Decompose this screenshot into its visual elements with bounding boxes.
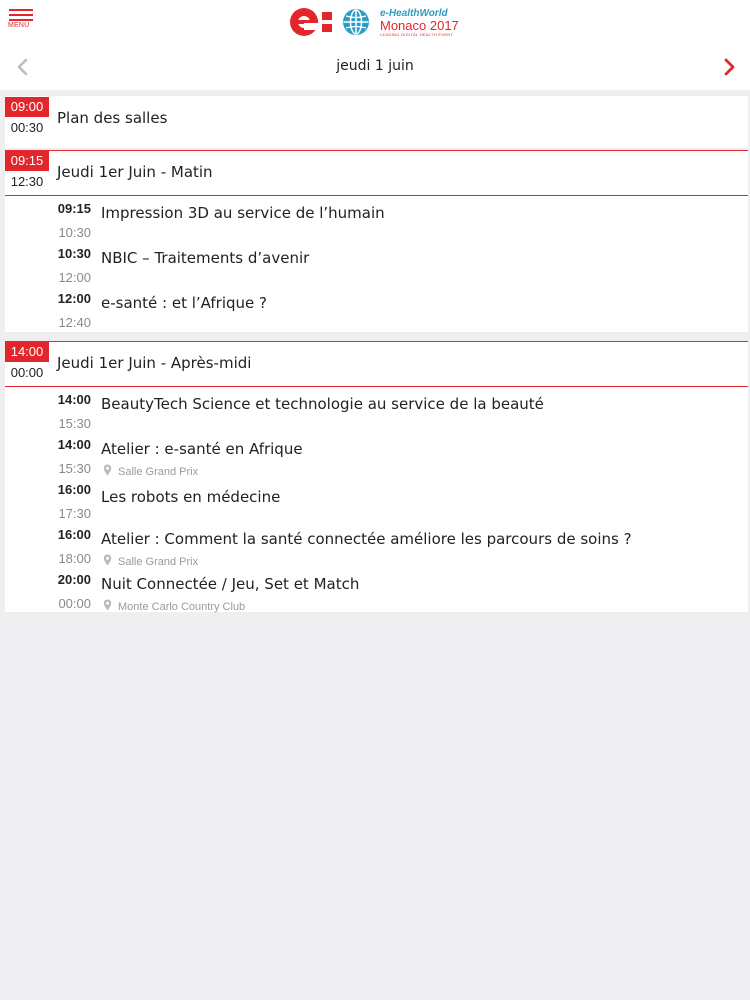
item-title: Les robots en médecine: [101, 488, 281, 506]
item-end-time: 12:40: [58, 315, 91, 330]
item-title: Atelier : e-santé en Afrique: [101, 440, 303, 458]
item-title: BeautyTech Science et technologie au ser…: [101, 395, 544, 413]
schedule-item[interactable]: 14:00 15:30 Atelier : e-santé en Afrique…: [5, 437, 748, 478]
item-start-time: 16:00: [57, 527, 91, 542]
item-title: NBIC – Traitements d’avenir: [101, 249, 310, 267]
schedule-item[interactable]: 09:15 10:30 Impression 3D au service de …: [5, 201, 748, 243]
session-header[interactable]: 09:00 00:30 Plan des salles: [5, 96, 748, 142]
next-day-button[interactable]: [716, 54, 742, 80]
item-start-time: 10:30: [57, 246, 91, 261]
logo-wordmark: e-HealthWorld Monaco 2017 LEADING DIGITA…: [380, 9, 470, 38]
item-end-time: 15:30: [58, 416, 91, 431]
item-end-time: 00:00: [58, 596, 91, 611]
divider: [5, 341, 748, 342]
menu-icon: [9, 9, 33, 11]
session-end-time: 00:00: [10, 365, 44, 380]
session-end-time: 12:30: [10, 174, 44, 189]
item-location-text: Salle Grand Prix: [118, 556, 199, 568]
item-title: Impression 3D au service de l’humain: [101, 204, 385, 222]
item-start-time: 12:00: [57, 291, 91, 306]
item-title: Atelier : Comment la santé connectée amé…: [101, 530, 632, 548]
menu-icon-bar-3: [9, 19, 33, 21]
session-title: Jeudi 1er Juin - Après-midi: [57, 354, 252, 372]
schedule-item[interactable]: 10:30 12:00 NBIC – Traitements d’avenir: [5, 246, 748, 288]
current-date-title: jeudi 1 juin: [336, 58, 414, 74]
item-location-text: Monte Carlo Country Club: [118, 601, 246, 613]
item-location: Monte Carlo Country Club: [103, 599, 245, 613]
globe-icon: [343, 9, 369, 35]
schedule-item[interactable]: 16:00 17:30 Les robots en médecine: [5, 482, 748, 522]
divider: [5, 195, 748, 196]
menu-label: MENU: [8, 22, 30, 29]
session-title: Plan des salles: [57, 109, 168, 127]
item-end-time: 15:30: [58, 461, 91, 476]
item-start-time: 16:00: [57, 482, 91, 497]
session-start-badge: 09:15: [5, 151, 49, 171]
session-card: 14:00 00:00 Jeudi 1er Juin - Après-midi …: [5, 341, 748, 613]
item-end-time: 10:30: [58, 225, 91, 240]
item-start-time: 20:00: [57, 572, 91, 587]
session-start-badge: 14:00: [5, 342, 49, 362]
logo-line-2: Monaco 2017: [380, 18, 459, 33]
item-end-time: 18:00: [58, 551, 91, 566]
session-header[interactable]: 09:15 12:30 Jeudi 1er Juin - Matin: [5, 150, 748, 196]
e-logo-icon: [290, 8, 332, 36]
session-title: Jeudi 1er Juin - Matin: [57, 163, 213, 181]
item-end-time: 12:00: [58, 270, 91, 285]
item-title: e-santé : et l’Afrique ?: [101, 294, 267, 312]
item-location: Salle Grand Prix: [103, 554, 198, 568]
schedule-item[interactable]: 16:00 18:00 Atelier : Comment la santé c…: [5, 527, 748, 568]
location-pin-icon: [103, 554, 112, 566]
menu-icon-bar-2: [9, 14, 33, 16]
menu-button[interactable]: MENU: [8, 9, 36, 33]
item-location-text: Salle Grand Prix: [118, 466, 199, 478]
item-start-time: 14:00: [57, 437, 91, 452]
location-pin-icon: [103, 464, 112, 476]
divider: [5, 386, 748, 387]
divider: [5, 150, 748, 151]
chevron-right-icon: [724, 58, 735, 76]
date-navigation: jeudi 1 juin: [0, 44, 750, 90]
session-header[interactable]: 14:00 00:00 Jeudi 1er Juin - Après-midi: [5, 341, 748, 387]
item-start-time: 14:00: [57, 392, 91, 407]
item-start-time: 09:15: [57, 201, 91, 216]
item-end-time: 17:30: [58, 506, 91, 521]
item-title: Nuit Connectée / Jeu, Set et Match: [101, 575, 360, 593]
item-location: Salle Grand Prix: [103, 464, 198, 478]
session-end-time: 00:30: [10, 120, 44, 135]
session-card: 09:15 12:30 Jeudi 1er Juin - Matin 09:15…: [5, 150, 748, 332]
location-pin-icon: [103, 599, 112, 611]
session-card: 09:00 00:30 Plan des salles: [5, 96, 748, 148]
schedule-item[interactable]: 12:00 12:40 e-santé : et l’Afrique ?: [5, 291, 748, 331]
schedule-item[interactable]: 14:00 15:30 BeautyTech Science et techno…: [5, 392, 748, 431]
app-header: MENU e-HealthWorld Monaco 2017 LEADING D…: [0, 0, 750, 44]
session-start-badge: 09:00: [5, 97, 49, 117]
schedule-item[interactable]: 20:00 00:00 Nuit Connectée / Jeu, Set et…: [5, 572, 748, 613]
